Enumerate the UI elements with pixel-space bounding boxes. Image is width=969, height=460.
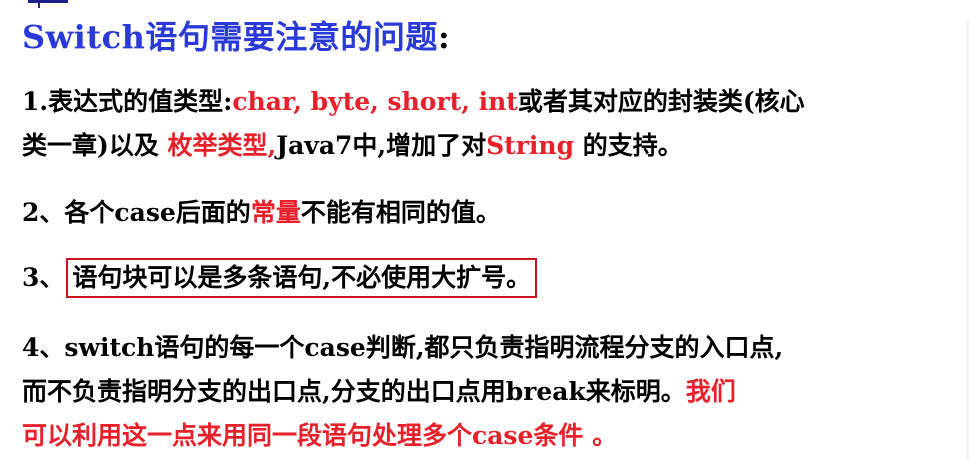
corner-decoration: [28, 0, 68, 3]
point-1-text-e: Java7中,增加了对: [276, 131, 487, 160]
point-1-enum-highlight: 枚举类型,: [167, 131, 277, 160]
point-1-line-2: 类一章)以及 枚举类型,Java7中,增加了对String 的支持。: [22, 124, 805, 168]
point-2-text-a: 2、各个case后面的: [22, 198, 251, 227]
point-1-line-1: 1.表达式的值类型:char, byte, short, int或者其对应的封装…: [22, 80, 805, 124]
slide-title-colon: :: [437, 18, 451, 56]
point-4-line-3: 可以利用这一点来用同一段语句处理多个case条件 。: [22, 421, 618, 450]
point-4-text-a: 而不负责指明分支的出口点,分支的出口点用break来标明。: [22, 377, 686, 406]
point-4: 4、switch语句的每一个case判断,都只负责指明流程分支的入口点, 而不负…: [22, 326, 783, 458]
point-1-types-highlight: char, byte, short, int: [232, 87, 518, 116]
point-1-text-c: 或者其对应的封装类(核心: [517, 87, 805, 116]
point-4-line-2: 而不负责指明分支的出口点,分支的出口点用break来标明。我们: [22, 370, 783, 414]
point-3-prefix: 3、: [22, 263, 65, 292]
point-4-line-1: 4、switch语句的每一个case判断,都只负责指明流程分支的入口点,: [22, 333, 784, 362]
point-1-text-d: 类一章)以及: [22, 131, 168, 160]
point-4-highlight-start: 我们: [685, 377, 736, 406]
point-1-text-a: 1.表达式的值类型:: [22, 87, 233, 116]
point-1-text-f: 的支持。: [574, 131, 683, 160]
slide: Switch语句需要注意的问题: 1.表达式的值类型:char, byte, s…: [0, 0, 969, 460]
point-2-constant-highlight: 常量: [250, 198, 301, 227]
point-3-boxed-text: 语句块可以是多条语句,不必使用大扩号。: [66, 258, 538, 298]
point-1-string-highlight: String: [486, 131, 575, 160]
point-2: 2、各个case后面的常量不能有相同的值。: [22, 191, 501, 235]
point-3: 3、 语句块可以是多条语句,不必使用大扩号。: [22, 256, 538, 300]
point-2-text-c: 不能有相同的值。: [300, 198, 501, 227]
corner-tick-decoration: [38, 0, 40, 8]
point-1: 1.表达式的值类型:char, byte, short, int或者其对应的封装…: [22, 80, 805, 168]
slide-title: Switch语句需要注意的问题:: [22, 12, 450, 58]
slide-title-text: Switch语句需要注意的问题: [22, 18, 438, 56]
